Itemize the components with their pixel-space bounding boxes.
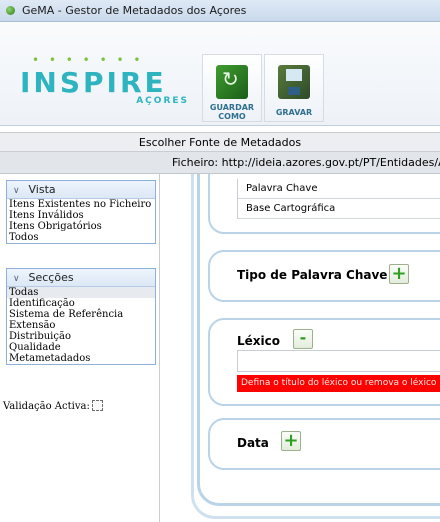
view-item-existing[interactable]: Itens Existentes no Ficheiro — [7, 199, 155, 210]
section-item-all[interactable]: Todas — [7, 287, 155, 298]
lexicon-title-input[interactable] — [237, 350, 440, 372]
add-date-button[interactable]: + — [281, 431, 301, 451]
sections-panel-title: Secções — [28, 271, 74, 284]
floppy-disk-icon — [278, 65, 310, 99]
validation-toggle[interactable]: Validação Activa: — [3, 400, 103, 412]
chevron-down-icon: ∨ — [13, 186, 20, 196]
save-as-label-2: COMO — [218, 112, 246, 121]
section-item-reference-system[interactable]: Sistema de Referência — [7, 309, 155, 320]
source-bar-label: Escolher Fonte de Metadados — [138, 136, 302, 149]
keyword-type-title: Tipo de Palavra Chave — [237, 268, 388, 282]
date-title: Data — [237, 436, 269, 450]
file-path-bar: Ficheiro: http://ideia.azores.gov.pt/PT/… — [0, 152, 440, 174]
plus-icon: + — [391, 263, 407, 284]
main-content: Palavra Chave Base Cartográfica Tipo de … — [161, 174, 440, 522]
remove-lexicon-button[interactable]: - — [293, 329, 313, 349]
save-as-icon — [216, 65, 248, 99]
choose-metadata-source-button[interactable]: Escolher Fonte de Metadados — [0, 132, 440, 152]
validation-label: Validação Activa: — [3, 401, 90, 412]
chevron-down-icon: ∨ — [13, 274, 20, 284]
lexicon-error-message: Defina o título do léxico ou remova o lé… — [237, 375, 440, 392]
save-as-label-1: GUARDAR — [209, 103, 255, 112]
app-icon — [6, 6, 15, 15]
add-keyword-type-button[interactable]: + — [389, 264, 409, 284]
sidebar: ∨ Vista Itens Existentes no Ficheiro Ite… — [0, 174, 160, 522]
validation-checkbox[interactable] — [91, 400, 103, 411]
minus-icon: - — [299, 328, 307, 347]
file-path-label: Ficheiro: http://ideia.azores.gov.pt/PT/… — [172, 156, 440, 169]
section-item-quality[interactable]: Qualidade — [7, 342, 155, 353]
window-title: GeMA - Gestor de Metadados dos Açores — [22, 4, 247, 17]
section-item-distribution[interactable]: Distribuição — [7, 331, 155, 342]
keywords-list: Palavra Chave Base Cartográfica — [237, 179, 440, 219]
view-panel-title: Vista — [28, 183, 56, 196]
view-panel: ∨ Vista Itens Existentes no Ficheiro Ite… — [6, 180, 156, 244]
header-toolbar: • • • • • • • INSPIRE AÇORES GUARDAR COM… — [0, 22, 440, 126]
view-item-mandatory[interactable]: Itens Obrigatórios — [7, 221, 155, 232]
section-item-extent[interactable]: Extensão — [7, 320, 155, 331]
save-button[interactable]: GRAVAR — [264, 54, 324, 122]
section-item-metametadata[interactable]: Metametadados — [7, 353, 155, 364]
save-label: GRAVAR — [275, 108, 313, 117]
section-item-identification[interactable]: Identificação — [7, 298, 155, 309]
list-item[interactable]: Palavra Chave — [238, 179, 440, 199]
title-bar: GeMA - Gestor de Metadados dos Açores — [0, 0, 440, 22]
inspire-azores-logo: • • • • • • • INSPIRE AÇORES — [20, 53, 189, 106]
list-item[interactable]: Base Cartográfica — [238, 199, 440, 219]
view-item-invalid[interactable]: Itens Inválidos — [7, 210, 155, 221]
logo-sub-text: AÇORES — [136, 96, 189, 106]
view-item-all[interactable]: Todos — [7, 232, 155, 243]
save-as-button[interactable]: GUARDAR COMO — [202, 54, 262, 122]
view-panel-header[interactable]: ∨ Vista — [7, 181, 155, 199]
sections-panel: ∨ Secções Todas Identificação Sistema de… — [6, 268, 156, 365]
logo-main-text: INSPIRE — [20, 66, 167, 99]
lexicon-title: Léxico — [237, 334, 280, 348]
plus-icon: + — [283, 430, 299, 451]
sections-panel-header[interactable]: ∨ Secções — [7, 269, 155, 287]
